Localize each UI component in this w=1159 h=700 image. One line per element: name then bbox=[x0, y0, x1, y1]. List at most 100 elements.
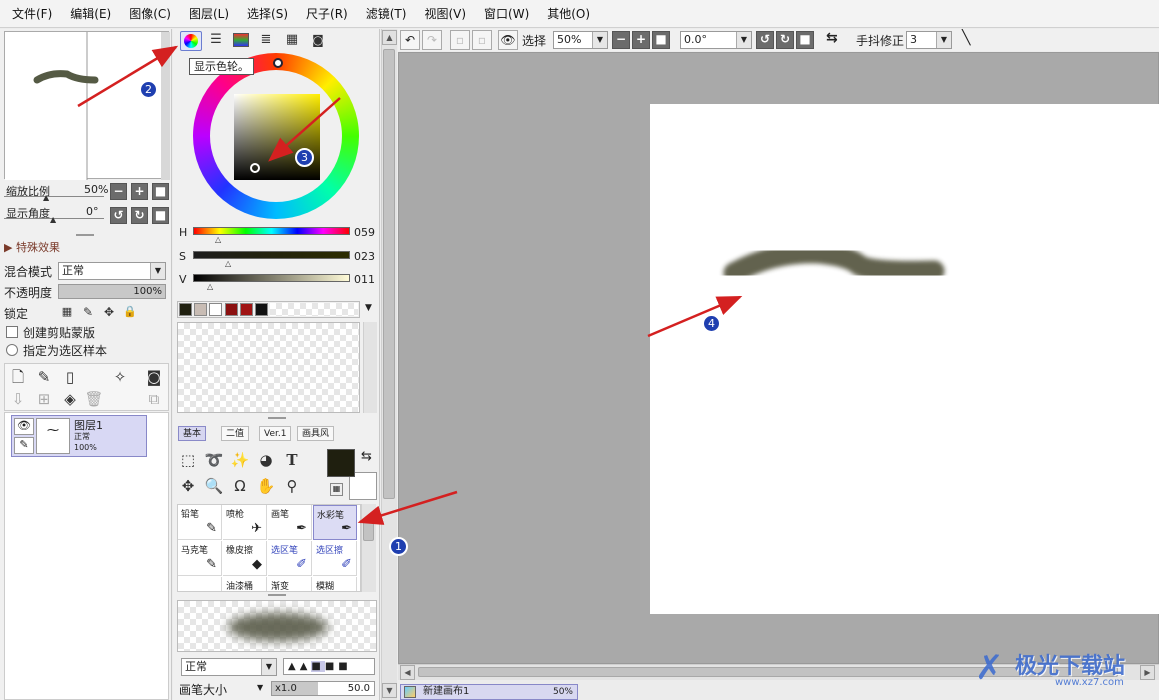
primary-color[interactable] bbox=[327, 449, 355, 477]
rotate-left-button[interactable]: ↺ bbox=[110, 207, 127, 224]
menu-filter[interactable]: 滤镜(T) bbox=[366, 5, 407, 22]
scroll-left-button[interactable]: ◀ bbox=[400, 665, 415, 680]
zoom-slider-handle[interactable]: ▲ bbox=[43, 193, 49, 202]
flip-horizontal-icon[interactable]: ⇆ bbox=[826, 30, 838, 46]
toolbar-rotate-left-button[interactable]: ↺ bbox=[756, 31, 774, 49]
lasso-icon[interactable]: ➰ bbox=[203, 449, 225, 471]
lock-all-icon[interactable]: 🔒 bbox=[119, 301, 141, 323]
lock-transparency-icon[interactable]: ▦ bbox=[56, 301, 78, 323]
toolbar-zoom-reset-button[interactable]: ■ bbox=[652, 31, 670, 49]
navigator-preview[interactable] bbox=[4, 31, 170, 180]
rotate-right-button[interactable]: ↻ bbox=[131, 207, 148, 224]
brush-scrollbar-thumb[interactable] bbox=[363, 519, 374, 541]
new-layer-icon[interactable]: 🗋 bbox=[7, 366, 29, 388]
s-slider-handle[interactable]: △ bbox=[225, 259, 231, 268]
redo-button[interactable]: ↷ bbox=[422, 30, 442, 50]
brush-blur[interactable]: 模糊 bbox=[313, 577, 357, 591]
brush-gradient[interactable]: 渐变 bbox=[268, 577, 312, 591]
stabilizer-select[interactable]: 3 ▼ bbox=[906, 31, 952, 49]
visibility-eye-icon[interactable]: 👁 bbox=[14, 418, 34, 435]
scroll-up-button[interactable]: ▲ bbox=[382, 30, 397, 45]
toolbar-zoom-out-button[interactable]: − bbox=[612, 31, 630, 49]
size-menu-icon[interactable]: ▼ bbox=[257, 683, 263, 692]
text-tool-icon[interactable]: T bbox=[281, 449, 303, 471]
undo-button[interactable]: ↶ bbox=[400, 30, 420, 50]
zoom-select[interactable]: 50% ▼ bbox=[553, 31, 608, 49]
brush-mode-select[interactable]: 正常 ▼ bbox=[181, 658, 277, 676]
color-list-icon[interactable]: ≣ bbox=[255, 29, 277, 51]
toolbar-rotate-right-button[interactable]: ↻ bbox=[776, 31, 794, 49]
angle-slider-handle[interactable]: ▲ bbox=[50, 215, 56, 224]
panel-splitter-thumb[interactable] bbox=[383, 49, 395, 499]
opacity-bar[interactable]: 100% bbox=[58, 284, 166, 299]
layer-copy-icon[interactable]: ⧉ bbox=[143, 388, 165, 410]
color-wheel[interactable] bbox=[193, 53, 363, 223]
menu-layer[interactable]: 图层(L) bbox=[189, 5, 229, 22]
toolbar-rotate-reset-button[interactable]: ■ bbox=[796, 31, 814, 49]
v-slider[interactable] bbox=[193, 274, 350, 282]
brush-eraser[interactable]: 橡皮擦 ◆ bbox=[223, 541, 267, 576]
selection-visibility-button[interactable]: 👁 bbox=[498, 30, 518, 50]
eyedropper-icon[interactable]: ⚲ bbox=[281, 475, 303, 497]
brush-selerase[interactable]: 选区擦 ✐ bbox=[313, 541, 357, 576]
s-slider[interactable] bbox=[193, 251, 350, 259]
layer-transform-icon[interactable]: ✧ bbox=[109, 366, 131, 388]
brush-airbrush[interactable]: 喷枪 ✈ bbox=[223, 505, 267, 540]
brush-watercolor[interactable]: 水彩笔 ✒ bbox=[313, 505, 357, 540]
tab-basic[interactable]: 基本 bbox=[178, 426, 207, 441]
zoom-reset-button[interactable]: ■ bbox=[152, 183, 169, 200]
menu-select[interactable]: 选择(S) bbox=[247, 5, 288, 22]
scratchpad-scrollbar[interactable] bbox=[363, 322, 377, 413]
panel-divider-grip[interactable] bbox=[76, 234, 94, 236]
tab-binary[interactable]: 二值 bbox=[221, 426, 250, 441]
zoom-slider[interactable] bbox=[4, 196, 104, 197]
sample-radio[interactable] bbox=[6, 344, 18, 356]
brush-selpen[interactable]: 选区笔 ✐ bbox=[268, 541, 312, 576]
merge-down-icon[interactable]: ⇩ bbox=[7, 388, 29, 410]
panel-divider-grip[interactable] bbox=[268, 417, 286, 419]
brush-pencil[interactable]: 铅笔 ✎ bbox=[178, 505, 222, 540]
deselect-button[interactable]: ▫ bbox=[450, 30, 470, 50]
tab-ver1[interactable]: Ver.1 bbox=[259, 426, 292, 441]
swatch-menu-icon[interactable]: ▼ bbox=[365, 303, 372, 313]
effects-expander[interactable]: ▶ 特殊效果 bbox=[4, 239, 60, 255]
swatch-5[interactable] bbox=[240, 303, 253, 316]
rotate-reset-button[interactable]: ■ bbox=[152, 207, 169, 224]
h-slider[interactable] bbox=[193, 227, 350, 235]
menu-ruler[interactable]: 尺子(R) bbox=[306, 5, 348, 22]
transparent-color-icon[interactable]: ▦ bbox=[330, 483, 343, 496]
brush-bucket[interactable]: 油漆桶 bbox=[223, 577, 267, 591]
panel-splitter-scrollbar[interactable]: ▲ ▼ bbox=[381, 29, 397, 700]
delete-layer-icon[interactable]: 🗑 bbox=[83, 388, 105, 410]
toolbar-zoom-in-button[interactable]: + bbox=[632, 31, 650, 49]
menu-file[interactable]: 文件(F) bbox=[12, 5, 52, 22]
scroll-down-button[interactable]: ▼ bbox=[382, 683, 397, 698]
lock-paint-icon[interactable]: ✎ bbox=[77, 301, 99, 323]
canvas-tab[interactable]: 新建画布1 50% bbox=[400, 684, 578, 700]
color-wheel-tab-button[interactable] bbox=[180, 31, 202, 51]
blend-mode-select[interactable]: 正常 ▼ bbox=[58, 262, 166, 280]
panel-divider-grip[interactable] bbox=[268, 594, 286, 596]
swatch-1[interactable] bbox=[179, 303, 192, 316]
tab-painter[interactable]: 画具风 bbox=[297, 426, 335, 441]
zoom-out-button[interactable]: − bbox=[110, 183, 127, 200]
straight-line-icon[interactable]: ╲ bbox=[962, 30, 970, 46]
new-layer-folder-icon[interactable]: ✎ bbox=[33, 366, 55, 388]
move-tool-icon[interactable]: ✥ bbox=[177, 475, 199, 497]
zoom-in-button[interactable]: + bbox=[131, 183, 148, 200]
rect-select-icon[interactable]: ⬚ bbox=[177, 449, 199, 471]
brush-marker[interactable]: 马克笔 ✎ bbox=[178, 541, 222, 576]
brush-scrollbar[interactable] bbox=[361, 504, 376, 592]
scratchpad[interactable] bbox=[177, 322, 360, 413]
merge-icon[interactable]: ⊞ bbox=[33, 388, 55, 410]
hand-tool-icon[interactable]: ✋ bbox=[255, 475, 277, 497]
new-layer-set-icon[interactable]: ▯ bbox=[59, 366, 81, 388]
menu-image[interactable]: 图像(C) bbox=[129, 5, 171, 22]
v-slider-handle[interactable]: △ bbox=[207, 282, 213, 291]
menu-other[interactable]: 其他(O) bbox=[547, 5, 590, 22]
swatch-4[interactable] bbox=[225, 303, 238, 316]
swatch-2[interactable] bbox=[194, 303, 207, 316]
lock-move-icon[interactable]: ✥ bbox=[98, 301, 120, 323]
swatch-grid-icon[interactable]: ▦ bbox=[281, 29, 303, 51]
canvas-area[interactable] bbox=[398, 52, 1159, 664]
